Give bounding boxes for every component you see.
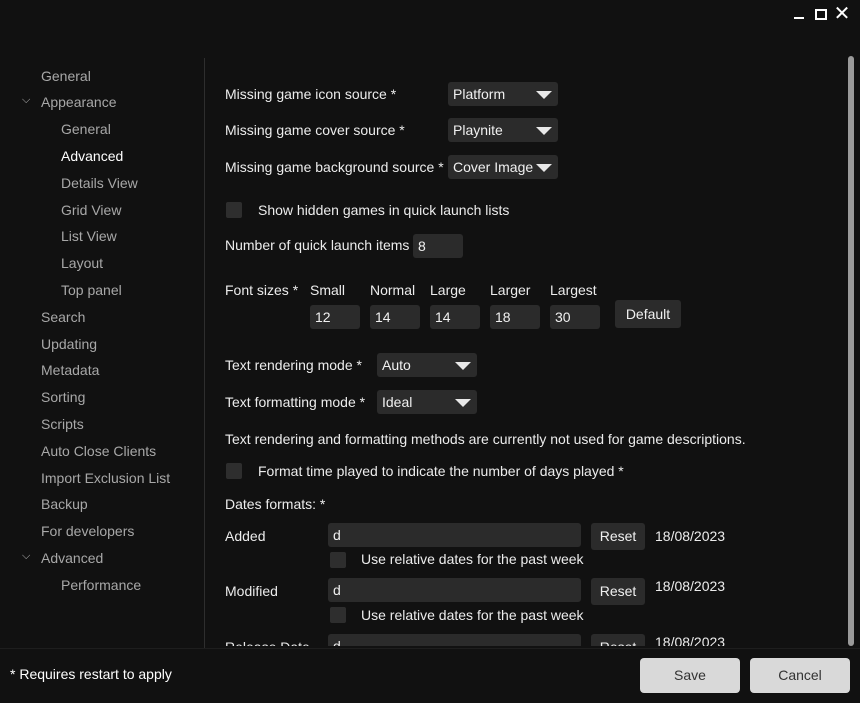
- cover-source-dropdown[interactable]: Playnite: [448, 118, 558, 142]
- format-time-label: Format time played to indicate the numbe…: [258, 463, 624, 479]
- sidebar-item-appearance-advanced[interactable]: Advanced: [61, 145, 123, 167]
- text-rendering-label: Text rendering mode *: [225, 357, 362, 373]
- sidebar-item-updating[interactable]: Updating: [41, 333, 97, 355]
- scrollbar-thumb[interactable]: [848, 56, 854, 646]
- chevron-down-icon[interactable]: ⌵: [22, 550, 34, 562]
- chevron-down-icon[interactable]: ⌵: [22, 94, 34, 106]
- minimize-icon: [794, 17, 804, 19]
- sidebar-item-details-view[interactable]: Details View: [61, 172, 138, 194]
- font-size-largest-input[interactable]: 30: [550, 305, 600, 329]
- text-formatting-label: Text formatting mode *: [225, 394, 366, 410]
- date-added-relative-label: Use relative dates for the past week: [361, 551, 584, 567]
- sidebar-item-general[interactable]: General: [41, 65, 91, 87]
- icon-source-dropdown[interactable]: Platform: [448, 82, 558, 106]
- sidebar-item-grid-view[interactable]: Grid View: [61, 199, 121, 221]
- minimize-button[interactable]: [789, 4, 809, 24]
- dropdown-arrow-icon: [455, 362, 471, 370]
- text-rendering-dropdown[interactable]: Auto: [377, 353, 477, 377]
- sidebar-item-list-view[interactable]: List View: [61, 225, 117, 247]
- dates-formats-header: Dates formats: *: [225, 496, 326, 512]
- sidebar-item-auto-close-clients[interactable]: Auto Close Clients: [41, 440, 156, 462]
- quick-launch-input[interactable]: 8: [413, 234, 463, 258]
- font-size-largest-label: Largest: [550, 282, 597, 298]
- footer-divider: [0, 648, 860, 649]
- maximize-icon: [815, 8, 827, 20]
- icon-source-value: Platform: [453, 86, 506, 102]
- sidebar-item-appearance[interactable]: Appearance: [41, 91, 117, 113]
- text-formatting-value: Ideal: [382, 394, 413, 410]
- date-release-format-input[interactable]: d: [328, 634, 581, 646]
- sidebar-item-metadata[interactable]: Metadata: [41, 359, 99, 381]
- cover-source-value: Playnite: [453, 122, 503, 138]
- font-size-large-label: Large: [430, 282, 466, 298]
- font-sizes-label: Font sizes *: [225, 282, 299, 298]
- date-modified-format-input[interactable]: d: [328, 578, 581, 602]
- show-hidden-checkbox[interactable]: [226, 202, 242, 218]
- maximize-button[interactable]: [811, 4, 831, 24]
- date-modified-preview: 18/08/2023: [655, 578, 726, 594]
- font-size-larger-label: Larger: [490, 282, 531, 298]
- date-added-label: Added: [225, 528, 266, 544]
- sidebar-item-advanced[interactable]: Advanced: [41, 547, 103, 569]
- background-source-dropdown[interactable]: Cover Image: [448, 155, 558, 179]
- date-modified-label: Modified: [225, 583, 278, 599]
- date-added-relative-checkbox[interactable]: [330, 552, 346, 568]
- dropdown-arrow-icon: [536, 91, 552, 99]
- sidebar-item-import-exclusion-list[interactable]: Import Exclusion List: [41, 467, 170, 489]
- show-hidden-label: Show hidden games in quick launch lists: [258, 202, 510, 218]
- font-size-small-label: Small: [310, 282, 346, 298]
- sidebar-item-scripts[interactable]: Scripts: [41, 413, 84, 435]
- quick-launch-label: Number of quick launch items: [225, 237, 410, 253]
- font-size-normal-label: Normal: [370, 282, 416, 298]
- font-size-default-button[interactable]: Default: [615, 300, 681, 328]
- dropdown-arrow-icon: [536, 127, 552, 135]
- sidebar-item-top-panel[interactable]: Top panel: [61, 279, 122, 301]
- format-time-checkbox[interactable]: [226, 463, 242, 479]
- content-scrollbar[interactable]: [848, 56, 854, 646]
- background-source-value: Cover Image: [453, 159, 534, 175]
- sidebar-item-backup[interactable]: Backup: [41, 493, 88, 515]
- date-release-label: Release Date: [225, 637, 310, 646]
- date-release-preview: 18/08/2023: [655, 634, 726, 646]
- settings-content: Missing game icon source * Platform Miss…: [205, 58, 845, 646]
- dropdown-arrow-icon: [455, 399, 471, 407]
- close-icon: ✕: [833, 3, 851, 25]
- text-formatting-dropdown[interactable]: Ideal: [377, 390, 477, 414]
- font-size-normal-input[interactable]: 14: [370, 305, 420, 329]
- restart-note: * Requires restart to apply: [10, 666, 172, 682]
- text-rendering-value: Auto: [382, 357, 411, 373]
- date-modified-reset-button[interactable]: Reset: [591, 578, 645, 605]
- sidebar-item-search[interactable]: Search: [41, 306, 85, 328]
- font-size-large-input[interactable]: 14: [430, 305, 480, 329]
- sidebar-item-for-developers[interactable]: For developers: [41, 520, 134, 542]
- sidebar-item-appearance-general[interactable]: General: [61, 118, 111, 140]
- font-size-small-input[interactable]: 12: [310, 305, 360, 329]
- dropdown-arrow-icon: [536, 164, 552, 172]
- sidebar-item-layout[interactable]: Layout: [61, 252, 103, 274]
- close-button[interactable]: ✕: [832, 4, 852, 24]
- background-source-label: Missing game background source *: [225, 159, 444, 175]
- cover-source-label: Missing game cover source *: [225, 122, 405, 138]
- sidebar-item-sorting[interactable]: Sorting: [41, 386, 85, 408]
- date-added-preview: 18/08/2023: [655, 528, 726, 544]
- rendering-note: Text rendering and formatting methods ar…: [225, 431, 746, 447]
- date-added-format-input[interactable]: d: [328, 523, 581, 547]
- icon-source-label: Missing game icon source *: [225, 86, 397, 102]
- cancel-button[interactable]: Cancel: [750, 658, 850, 693]
- date-release-reset-button[interactable]: Reset: [591, 634, 645, 646]
- sidebar-item-performance[interactable]: Performance: [61, 574, 141, 596]
- date-modified-relative-label: Use relative dates for the past week: [361, 607, 584, 623]
- save-button[interactable]: Save: [640, 658, 740, 693]
- font-size-larger-input[interactable]: 18: [490, 305, 540, 329]
- date-added-reset-button[interactable]: Reset: [591, 523, 645, 550]
- date-modified-relative-checkbox[interactable]: [330, 607, 346, 623]
